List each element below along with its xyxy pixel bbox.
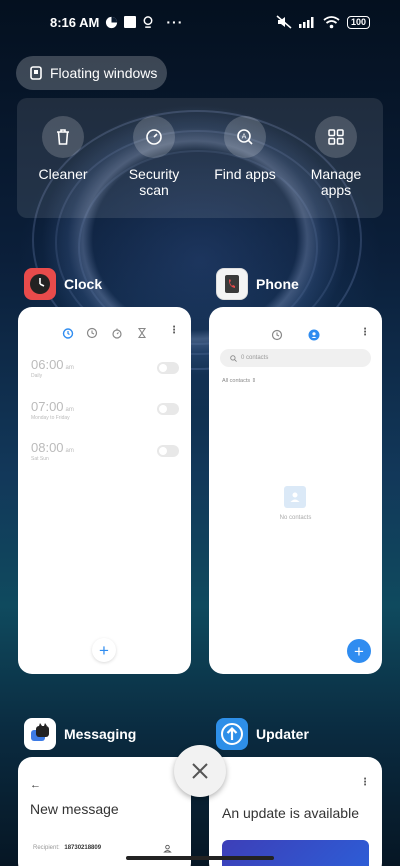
update-available-title: An update is available [222,805,359,821]
alarm-item[interactable]: 08:00 am Sat Sun [31,440,74,462]
alarm-item[interactable]: 06:00 am Daily [31,357,74,379]
cleaner-button[interactable]: Cleaner [18,116,108,182]
update-banner [222,840,369,866]
manage-apps-button[interactable]: Manage apps [291,116,381,198]
data-saver-icon [106,16,118,28]
recipient-label: Recipient: [33,845,60,851]
clock-tabs: ⋮ [18,325,191,341]
alarm-time: 08:00 [31,440,64,455]
stop-icon [124,16,137,28]
messaging-app-card[interactable]: ← New message Recipient: 18730218809 [18,757,191,866]
alarm-tab-icon[interactable] [62,327,74,339]
trash-icon [57,129,69,145]
status-time: 8:16 AM [50,14,100,30]
alarm-days: Sat Sun [31,456,49,462]
alarm-ampm: am [65,448,74,454]
updater-app-header[interactable]: Updater [216,718,309,750]
updater-app-icon [216,718,248,750]
stopwatch-tab-icon[interactable] [111,327,123,339]
messaging-app-name: Messaging [64,726,137,742]
alarm-toggle[interactable] [157,362,179,374]
recipient-field[interactable]: Recipient: 18730218809 [33,845,101,851]
floating-window-icon [30,66,42,80]
alarm-days: Monday to Friday [31,415,70,421]
battery-icon: 100 [346,15,370,29]
clock-app-card[interactable]: ⋮ 06:00 am Daily 07:00 am Monday to Friday… [18,307,191,674]
clear-all-button[interactable] [174,745,226,797]
contacts-search-input[interactable]: 0 contacts [220,349,371,367]
empty-contacts-icon [284,486,306,508]
more-options-icon[interactable]: ⋮ [360,327,370,338]
wifi-icon [323,15,340,28]
alarm-ampm: am [65,365,74,371]
messaging-app-header[interactable]: Messaging [24,718,136,750]
add-contact-button[interactable]: + [347,639,371,663]
security-scan-label: Security scan [128,166,180,198]
new-message-title: New message [30,801,119,817]
phone-app-card[interactable]: ⋮ 0 contacts All contacts ⇕ No contacts … [209,307,382,674]
floating-windows-label: Floating windows [50,65,158,81]
contact-picker-icon[interactable] [163,844,172,853]
security-scan-button[interactable]: Security scan [109,116,199,198]
recipient-value: 18730218809 [64,845,102,851]
signal-icon [298,17,314,28]
alarm-time: 06:00 [31,357,64,372]
alarm-item[interactable]: 07:00 am Monday to Friday [31,399,74,421]
more-icon: ··· [166,14,184,30]
timer-tab-icon[interactable] [136,327,148,339]
recents-tab-icon[interactable] [271,329,283,341]
clock-app-name: Clock [64,276,103,292]
alarm-toggle[interactable] [157,445,179,457]
clock-tab-icon[interactable] [86,327,98,339]
alarm-days: Daily [31,373,43,379]
find-apps-label: Find apps [214,166,276,182]
location-icon [143,15,153,28]
quick-tools-panel: Cleaner Security scan A Find apps Manage a… [17,98,383,218]
mute-icon [276,15,292,29]
grid-icon [328,129,344,145]
contacts-filter-label: All contacts [222,378,251,384]
cleaner-label: Cleaner [38,166,88,182]
alarm-ampm: am [65,407,74,413]
updater-app-name: Updater [256,726,309,742]
contacts-tab-icon[interactable] [308,329,320,341]
search-icon [230,354,237,362]
floating-windows-button[interactable]: Floating windows [16,56,167,90]
phone-app-header[interactable]: Phone [216,268,299,300]
find-apps-icon: A [237,129,253,145]
add-alarm-button[interactable]: + [92,638,116,662]
find-apps-button[interactable]: A Find apps [200,116,290,182]
home-indicator[interactable] [126,856,274,860]
alarm-toggle[interactable] [157,403,179,415]
contacts-filter-dropdown[interactable]: All contacts ⇕ [222,378,256,384]
shield-check-icon [146,129,162,145]
manage-apps-label: Manage apps [310,166,362,198]
clock-app-header[interactable]: Clock [24,268,102,300]
svg-text:A: A [242,133,247,141]
phone-app-name: Phone [256,276,299,292]
phone-app-icon [216,268,248,300]
alarm-time: 07:00 [31,399,64,414]
close-icon [192,763,208,779]
more-options-icon[interactable]: ⋮ [169,325,179,336]
updater-app-card[interactable]: ⋮ An update is available [209,757,382,866]
empty-contacts-text: No contacts [279,515,312,521]
search-placeholder: 0 contacts [241,355,269,361]
back-arrow-icon[interactable]: ← [30,779,41,791]
status-bar: 8:16 AM ··· 100 [0,0,400,44]
messaging-app-icon [24,718,56,750]
clock-app-icon [24,268,56,300]
more-options-icon[interactable]: ⋮ [360,777,370,788]
